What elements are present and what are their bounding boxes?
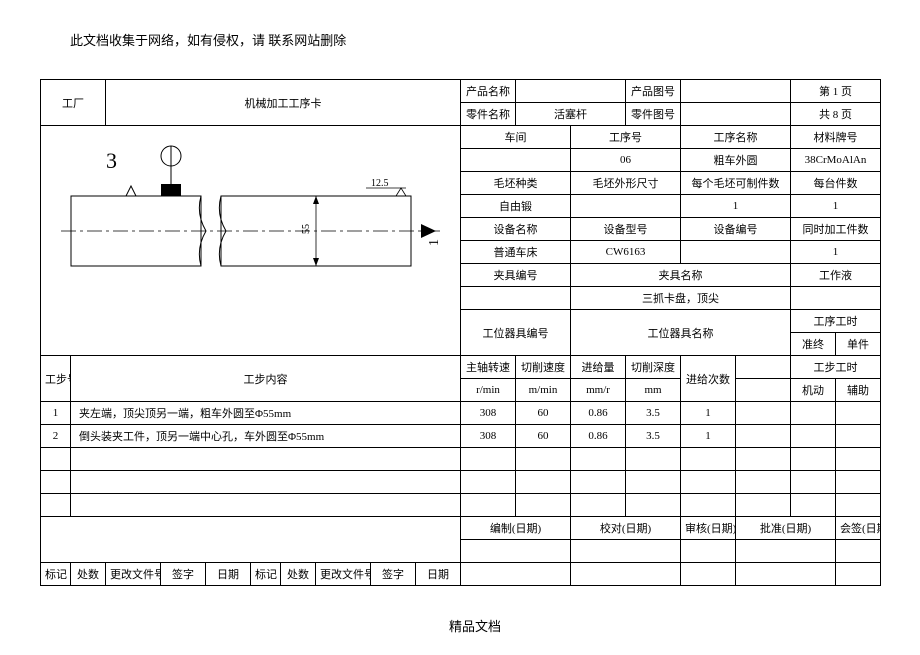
coolant-label: 工作液	[791, 264, 881, 287]
fixture-no-label: 夹具编号	[461, 264, 571, 287]
factory-label: 工厂	[41, 80, 106, 126]
blank-size	[571, 195, 681, 218]
process-card-table: 工厂 机械加工工序卡 产品名称 产品图号 第 1 页 零件名称 活塞杆 零件图号…	[40, 79, 881, 586]
equip-no-label: 设备编号	[681, 218, 791, 241]
col-passes: 进给次数	[681, 356, 736, 402]
process-name: 粗车外圆	[681, 149, 791, 172]
page-total: 共 8 页	[791, 103, 881, 126]
proc-time-prep: 准终	[791, 333, 836, 356]
blank-count-label: 每个毛坯可制件数	[681, 172, 791, 195]
footer-note: 精品文档	[70, 616, 880, 635]
col-feed: 进给量	[571, 356, 626, 379]
sig-countersign: 会签(日期)	[836, 517, 881, 540]
col-depth-unit: mm	[626, 379, 681, 402]
disclaimer-text: 此文档收集于网络，如有侵权，请 联系网站删除	[70, 30, 880, 49]
workshop-label: 车间	[461, 126, 571, 149]
chg-date2: 日期	[416, 563, 461, 586]
equip-model: CW6163	[571, 241, 681, 264]
workshop	[461, 149, 571, 172]
chg-sign: 签字	[161, 563, 206, 586]
sig-compile: 编制(日期)	[461, 517, 571, 540]
col-spindle-unit: r/min	[461, 379, 516, 402]
product-drawing	[681, 80, 791, 103]
drawing-area: 3 12.5 55 1	[41, 126, 461, 356]
chg-no: 更改文件号	[106, 563, 161, 586]
material: 38CrMoAlAn	[791, 149, 881, 172]
col-step-time-aux: 辅助	[836, 379, 881, 402]
blank-type: 自由锻	[461, 195, 571, 218]
fixture-name: 三抓卡盘，顶尖	[571, 287, 791, 310]
page-current: 第 1 页	[791, 80, 881, 103]
col-step-time: 工步工时	[791, 356, 881, 379]
col-feed-unit: mm/r	[571, 379, 626, 402]
blank-type-label: 毛坯种类	[461, 172, 571, 195]
simul-label: 同时加工件数	[791, 218, 881, 241]
equip-name-label: 设备名称	[461, 218, 571, 241]
material-label: 材料牌号	[791, 126, 881, 149]
card-title: 机械加工工序卡	[106, 80, 461, 126]
sig-review: 审核(日期)	[681, 517, 736, 540]
table-row: 2 倒头装夹工件，顶另一端中心孔，车外圆至Φ55mm 308600.863.51	[41, 425, 881, 448]
col-step-content: 工步内容	[71, 356, 461, 402]
chg-no2: 更改文件号	[316, 563, 371, 586]
chg-mark: 标记	[41, 563, 71, 586]
part-drawing	[681, 103, 791, 126]
blank-count: 1	[681, 195, 791, 218]
fixture-name-label: 夹具名称	[571, 264, 791, 287]
part-drawing-label: 零件图号	[626, 103, 681, 126]
product-name-label: 产品名称	[461, 80, 516, 103]
col-step-time-machine: 机动	[791, 379, 836, 402]
dwg-dim-1: 1	[427, 239, 442, 246]
process-no-label: 工序号	[571, 126, 681, 149]
process-no: 06	[571, 149, 681, 172]
simul: 1	[791, 241, 881, 264]
fixture-no	[461, 287, 571, 310]
process-sketch: 3 12.5 55 1	[41, 126, 461, 326]
blank-size-label: 毛坯外形尺寸	[571, 172, 681, 195]
col-step-no: 工步号	[41, 356, 71, 402]
chg-qty: 处数	[71, 563, 106, 586]
chg-date: 日期	[206, 563, 251, 586]
dwg-mark-3: 3	[106, 148, 117, 173]
part-name: 活塞杆	[516, 103, 626, 126]
col-cut-speed-unit: m/min	[516, 379, 571, 402]
station-no-label: 工位器具编号	[461, 310, 571, 356]
proc-time-label: 工序工时	[791, 310, 881, 333]
station-name-label: 工位器具名称	[571, 310, 791, 356]
table-row: 1 夹左端，顶尖顶另一端，粗车外圆至Φ55mm 308600.863.51	[41, 402, 881, 425]
part-name-label: 零件名称	[461, 103, 516, 126]
col-depth: 切削深度	[626, 356, 681, 379]
dwg-dim-55: 55	[301, 224, 312, 234]
per-machine-label: 每台件数	[791, 172, 881, 195]
chg-sign2: 签字	[371, 563, 416, 586]
product-name	[516, 80, 626, 103]
equip-no	[681, 241, 791, 264]
chg-mark2: 标记	[251, 563, 281, 586]
sig-check: 校对(日期)	[571, 517, 681, 540]
per-machine: 1	[791, 195, 881, 218]
process-name-label: 工序名称	[681, 126, 791, 149]
proc-time-unit: 单件	[836, 333, 881, 356]
chg-qty2: 处数	[281, 563, 316, 586]
product-drawing-label: 产品图号	[626, 80, 681, 103]
equip-model-label: 设备型号	[571, 218, 681, 241]
equip-name: 普通车床	[461, 241, 571, 264]
sig-approve: 批准(日期)	[736, 517, 836, 540]
col-spindle: 主轴转速	[461, 356, 516, 379]
col-cut-speed: 切削速度	[516, 356, 571, 379]
coolant	[791, 287, 881, 310]
dwg-dim-12-5: 12.5	[371, 178, 389, 189]
